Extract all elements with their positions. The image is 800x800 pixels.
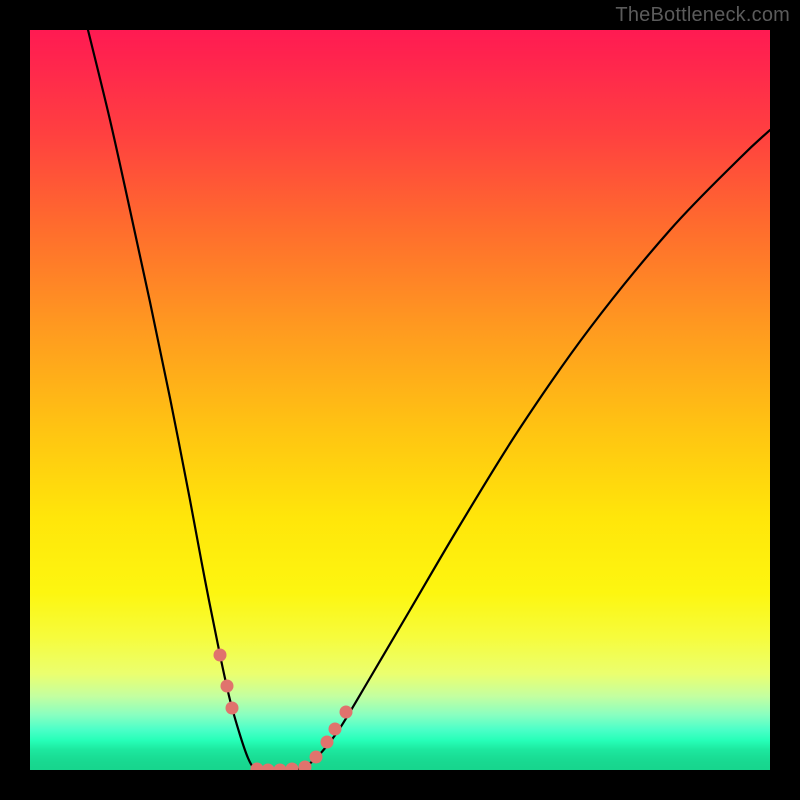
- data-marker: [214, 649, 227, 662]
- data-marker: [299, 761, 312, 771]
- curve-path: [88, 30, 770, 770]
- chart-frame: TheBottleneck.com: [0, 0, 800, 800]
- watermark-text: TheBottleneck.com: [615, 4, 790, 27]
- data-marker: [286, 763, 299, 771]
- data-marker: [321, 736, 334, 749]
- data-marker: [226, 702, 239, 715]
- data-marker: [262, 764, 275, 771]
- data-marker: [329, 723, 342, 736]
- data-marker: [221, 680, 234, 693]
- data-marker: [274, 764, 287, 771]
- data-marker: [340, 706, 353, 719]
- bottleneck-curve: [30, 30, 770, 770]
- data-marker: [251, 763, 264, 771]
- data-marker: [310, 751, 323, 764]
- plot-area: [30, 30, 770, 770]
